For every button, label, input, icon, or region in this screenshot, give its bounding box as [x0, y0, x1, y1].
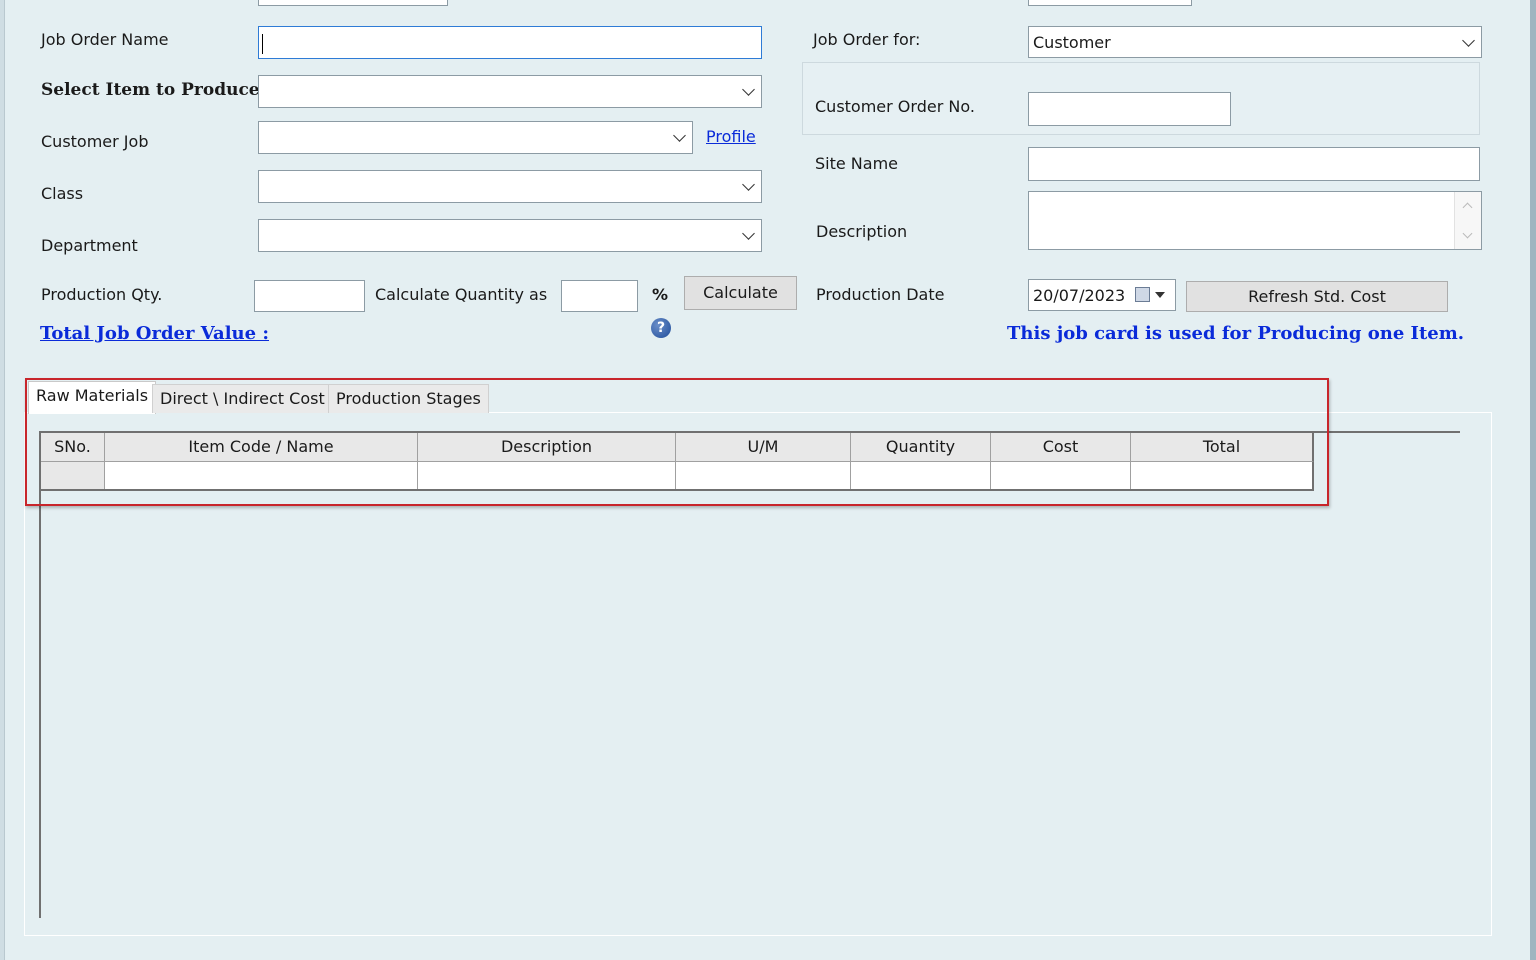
- chevron-down-icon: [742, 178, 755, 191]
- select-item-dropdown[interactable]: [258, 75, 762, 108]
- job-order-name-label: Job Order Name: [41, 30, 169, 49]
- help-icon[interactable]: ?: [651, 318, 671, 338]
- refresh-std-cost-button[interactable]: Refresh Std. Cost: [1186, 281, 1448, 312]
- total-job-order-value-link[interactable]: Total Job Order Value :: [40, 323, 269, 344]
- customer-job-label: Customer Job: [41, 132, 149, 151]
- job-order-for-dropdown[interactable]: Customer: [1028, 26, 1482, 58]
- scroll-down-icon[interactable]: [1462, 228, 1473, 239]
- production-qty-input[interactable]: [254, 280, 365, 312]
- department-label: Department: [41, 236, 138, 255]
- job-order-for-value: Customer: [1033, 33, 1111, 52]
- production-date-picker[interactable]: 20/07/2023: [1028, 279, 1176, 311]
- description-label: Description: [816, 222, 908, 241]
- site-name-input[interactable]: [1028, 147, 1480, 181]
- text-caret: [262, 33, 263, 54]
- dropdown-arrow-icon[interactable]: [1155, 292, 1165, 298]
- customer-order-label: Customer Order No.: [815, 97, 975, 116]
- chevron-down-icon: [673, 129, 686, 142]
- window-right-edge: [1530, 0, 1536, 960]
- percent-sign: %: [652, 285, 669, 304]
- chevron-down-icon: [1462, 34, 1475, 47]
- customer-order-input[interactable]: [1028, 92, 1231, 126]
- job-order-for-label: Job Order for:: [813, 30, 921, 49]
- chevron-down-icon: [742, 227, 755, 240]
- scroll-up-icon[interactable]: [1462, 202, 1473, 213]
- select-item-label: Select Item to Produce: [41, 80, 260, 100]
- window-left-edge: [0, 0, 5, 960]
- description-textarea[interactable]: [1028, 191, 1482, 250]
- top-partial-field-left: [258, 0, 448, 6]
- scrollbar[interactable]: [1454, 192, 1481, 249]
- department-dropdown[interactable]: [258, 219, 762, 252]
- calculate-button[interactable]: Calculate: [684, 276, 797, 310]
- class-dropdown[interactable]: [258, 170, 762, 203]
- calendar-icon[interactable]: [1135, 287, 1150, 302]
- production-qty-label: Production Qty.: [41, 285, 163, 304]
- chevron-down-icon: [742, 83, 755, 96]
- site-name-label: Site Name: [815, 154, 899, 173]
- calc-qty-label: Calculate Quantity as: [375, 285, 548, 304]
- production-date-label: Production Date: [816, 285, 945, 304]
- profile-link[interactable]: Profile: [706, 127, 756, 146]
- highlight-box: [25, 378, 1329, 506]
- top-partial-field-right: [1028, 0, 1192, 6]
- customer-job-dropdown[interactable]: [258, 121, 693, 154]
- job-order-name-input[interactable]: [258, 26, 762, 59]
- production-date-value: 20/07/2023: [1033, 286, 1126, 305]
- calc-percent-input[interactable]: [561, 280, 638, 312]
- info-text: This job card is used for Producing one …: [1007, 323, 1465, 344]
- class-label: Class: [41, 184, 84, 203]
